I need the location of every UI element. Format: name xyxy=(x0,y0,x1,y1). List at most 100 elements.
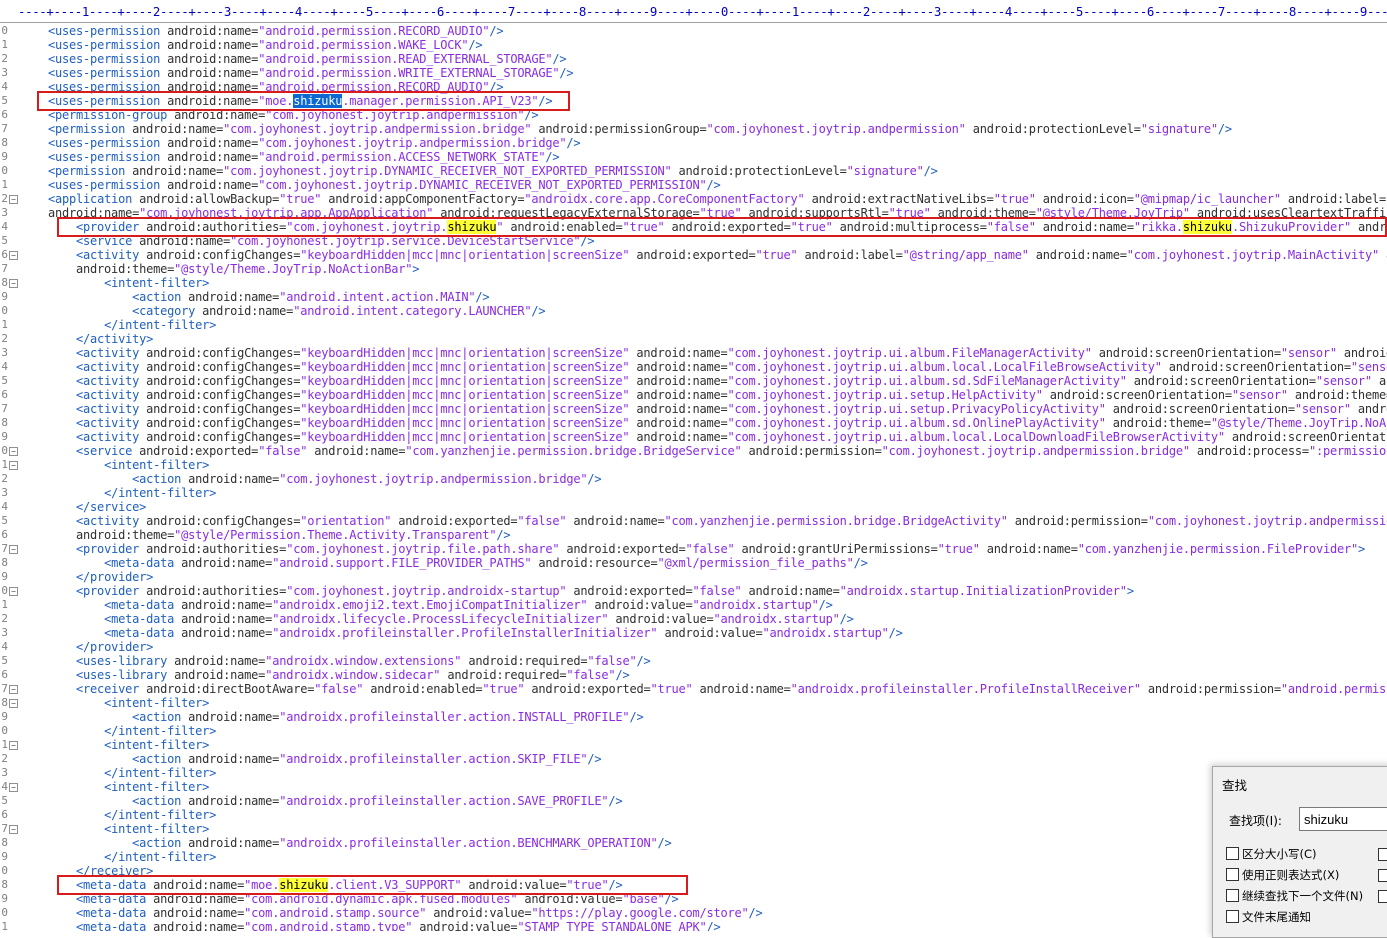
code-line[interactable]: 4 </service> xyxy=(0,500,1387,514)
code-line[interactable]: 9 </intent-filter> xyxy=(0,850,1387,864)
option-match-case[interactable]: 区分大小写(C) xyxy=(1226,846,1317,862)
code-line[interactable]: 4 <uses-permission android:name="android… xyxy=(0,80,1387,94)
code-line[interactable]: 4 </provider> xyxy=(0,640,1387,654)
code-line[interactable]: 0 </intent-filter> xyxy=(0,724,1387,738)
code-line[interactable]: 2 <meta-data android:name="androidx.life… xyxy=(0,612,1387,626)
code-line[interactable]: 7 android:theme="@style/Theme.JoyTrip.No… xyxy=(0,262,1387,276)
code-line[interactable]: 0− <service android:exported="false" and… xyxy=(0,444,1387,458)
code-line[interactable]: 5 <action android:name="androidx.profile… xyxy=(0,794,1387,808)
code-line[interactable]: 4− <intent-filter> xyxy=(0,780,1387,794)
code-line[interactable]: 0 <uses-permission android:name="android… xyxy=(0,24,1387,38)
code-line[interactable]: 0 <meta-data android:name="com.android.s… xyxy=(0,906,1387,920)
code-line[interactable]: 5 <uses-library android:name="androidx.w… xyxy=(0,654,1387,668)
code-line[interactable]: 8− <intent-filter> xyxy=(0,696,1387,710)
extra-checkbox[interactable] xyxy=(1378,869,1387,882)
code-line[interactable]: 7− <intent-filter> xyxy=(0,822,1387,836)
code-line[interactable]: 2 </activity> xyxy=(0,332,1387,346)
extra-checkbox[interactable] xyxy=(1378,848,1387,861)
fold-toggle-icon[interactable]: − xyxy=(9,825,18,834)
code-line[interactable]: 1 <uses-permission android:name="com.joy… xyxy=(0,178,1387,192)
code-text: </intent-filter> xyxy=(104,318,217,332)
code-line[interactable]: 2 <action android:name="com.joyhonest.jo… xyxy=(0,472,1387,486)
code-line[interactable]: 7− <receiver android:directBootAware="fa… xyxy=(0,682,1387,696)
code-line[interactable]: 0 <permission android:name="com.joyhones… xyxy=(0,164,1387,178)
code-line[interactable]: 0− <provider android:authorities="com.jo… xyxy=(0,584,1387,598)
code-line[interactable]: 8− <intent-filter> xyxy=(0,276,1387,290)
option-continue-next-file[interactable]: 继续查找下一个文件(N) xyxy=(1226,888,1363,904)
code-line[interactable]: 5 <service android:name="com.joyhonest.j… xyxy=(0,234,1387,248)
fold-toggle-icon[interactable]: − xyxy=(9,587,18,596)
end-of-file-notify-checkbox[interactable] xyxy=(1226,910,1239,923)
code-line[interactable]: 3 </intent-filter> xyxy=(0,766,1387,780)
fold-toggle-icon[interactable]: − xyxy=(9,783,18,792)
code-text: <activity android:configChanges="keyboar… xyxy=(76,346,1387,360)
code-line[interactable]: 6 android:theme="@style/Permission.Theme… xyxy=(0,528,1387,542)
line-number: 0 xyxy=(1,164,8,177)
extra-checkbox[interactable] xyxy=(1378,890,1387,903)
code-line[interactable]: 1− <intent-filter> xyxy=(0,738,1387,752)
code-text: <activity android:configChanges="orienta… xyxy=(76,514,1387,528)
code-line[interactable]: 2 <uses-permission android:name="android… xyxy=(0,52,1387,66)
code-line[interactable]: 7 <activity android:configChanges="keybo… xyxy=(0,402,1387,416)
code-line[interactable]: 6 <uses-library android:name="androidx.w… xyxy=(0,668,1387,682)
code-editor[interactable]: 0 <uses-permission android:name="android… xyxy=(0,22,1387,931)
option-regex[interactable]: 使用正则表达式(X) xyxy=(1226,867,1339,883)
find-input[interactable] xyxy=(1299,807,1387,831)
fold-toggle-icon[interactable]: − xyxy=(9,461,18,470)
code-line[interactable]: 3 <activity android:configChanges="keybo… xyxy=(0,346,1387,360)
fold-toggle-icon[interactable]: − xyxy=(9,685,18,694)
match-case-checkbox[interactable] xyxy=(1226,847,1239,860)
code-line[interactable]: 3 <meta-data android:name="androidx.prof… xyxy=(0,626,1387,640)
fold-toggle-icon[interactable]: − xyxy=(9,447,18,456)
code-line[interactable]: 0 <category android:name="android.intent… xyxy=(0,304,1387,318)
code-line[interactable]: 5 <uses-permission android:name="moe.shi… xyxy=(0,94,1387,108)
code-line[interactable]: 0 </receiver> xyxy=(0,864,1387,878)
fold-toggle-icon[interactable]: − xyxy=(9,251,18,260)
line-number: 9 xyxy=(1,850,8,863)
code-line[interactable]: 9 <action android:name="androidx.profile… xyxy=(0,710,1387,724)
continue-next-file-checkbox[interactable] xyxy=(1226,889,1239,902)
code-line[interactable]: 8 <uses-permission android:name="com.joy… xyxy=(0,136,1387,150)
code-line[interactable]: 8 <activity android:configChanges="keybo… xyxy=(0,416,1387,430)
line-number: 8 xyxy=(1,276,8,289)
code-line[interactable]: 9 <activity android:configChanges="keybo… xyxy=(0,430,1387,444)
code-line[interactable]: 4 <activity android:configChanges="keybo… xyxy=(0,360,1387,374)
code-line[interactable]: 9 <meta-data android:name="com.android.d… xyxy=(0,892,1387,906)
code-line[interactable]: 5 <activity android:configChanges="orien… xyxy=(0,514,1387,528)
code-line[interactable]: 8 <meta-data android:name="android.suppo… xyxy=(0,556,1387,570)
code-line[interactable]: 3 android:name="com.joyhonest.joytrip.ap… xyxy=(0,206,1387,220)
code-line[interactable]: 6 <activity android:configChanges="keybo… xyxy=(0,388,1387,402)
fold-toggle-icon[interactable]: − xyxy=(9,195,18,204)
fold-toggle-icon[interactable]: − xyxy=(9,279,18,288)
code-text: <uses-permission android:name="com.joyho… xyxy=(48,178,721,192)
option-end-of-file-notify[interactable]: 文件末尾通知 xyxy=(1226,909,1311,925)
code-line[interactable]: 9 </provider> xyxy=(0,570,1387,584)
code-line[interactable]: 1 <meta-data android:name="com.android.s… xyxy=(0,920,1387,931)
code-line[interactable]: 8 <action android:name="androidx.profile… xyxy=(0,836,1387,850)
code-text: <intent-filter> xyxy=(104,276,210,290)
code-line[interactable]: 6 <permission-group android:name="com.jo… xyxy=(0,108,1387,122)
code-line[interactable]: 8 <meta-data android:name="moe.shizuku.c… xyxy=(0,878,1387,892)
code-line[interactable]: 2 <action android:name="androidx.profile… xyxy=(0,752,1387,766)
code-line[interactable]: 1 <meta-data android:name="androidx.emoj… xyxy=(0,598,1387,612)
regex-checkbox[interactable] xyxy=(1226,868,1239,881)
code-line[interactable]: 4 <provider android:authorities="com.joy… xyxy=(0,220,1387,234)
code-line[interactable]: 1− <intent-filter> xyxy=(0,458,1387,472)
code-line[interactable]: 1 </intent-filter> xyxy=(0,318,1387,332)
fold-toggle-icon[interactable]: − xyxy=(9,699,18,708)
code-line[interactable]: 7 <permission android:name="com.joyhones… xyxy=(0,122,1387,136)
code-text: <provider android:authorities="com.joyho… xyxy=(76,220,1387,234)
fold-toggle-icon[interactable]: − xyxy=(9,741,18,750)
line-number: 0 xyxy=(1,724,8,737)
code-line[interactable]: 9 <action android:name="android.intent.a… xyxy=(0,290,1387,304)
code-line[interactable]: 2− <application android:allowBackup="tru… xyxy=(0,192,1387,206)
code-line[interactable]: 3 </intent-filter> xyxy=(0,486,1387,500)
code-line[interactable]: 5 <activity android:configChanges="keybo… xyxy=(0,374,1387,388)
code-line[interactable]: 1 <uses-permission android:name="android… xyxy=(0,38,1387,52)
code-line[interactable]: 3 <uses-permission android:name="android… xyxy=(0,66,1387,80)
code-line[interactable]: 6− <activity android:configChanges="keyb… xyxy=(0,248,1387,262)
code-line[interactable]: 7− <provider android:authorities="com.jo… xyxy=(0,542,1387,556)
code-line[interactable]: 9 <uses-permission android:name="android… xyxy=(0,150,1387,164)
code-line[interactable]: 6 </intent-filter> xyxy=(0,808,1387,822)
fold-toggle-icon[interactable]: − xyxy=(9,545,18,554)
